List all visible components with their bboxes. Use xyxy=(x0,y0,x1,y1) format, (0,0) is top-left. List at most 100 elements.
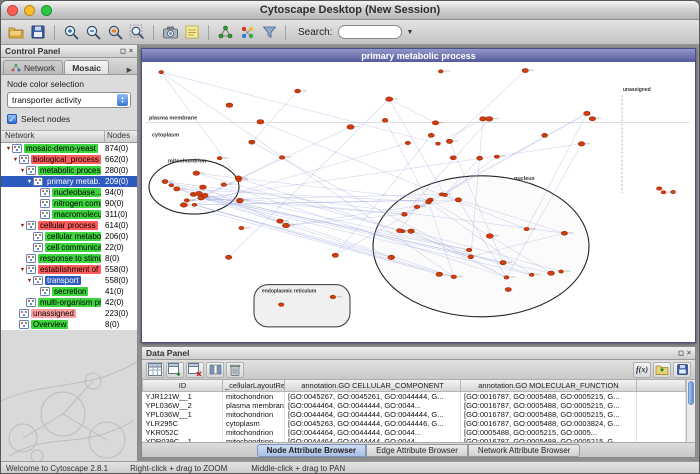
tree-item-establishment-of-lo[interactable]: ▼establishment of lo...558(0) xyxy=(1,264,137,275)
table-row[interactable]: YLR295Ccytoplasm[GO:0045263, GO:0044444,… xyxy=(143,419,686,428)
region-label-nucleus: nucleus xyxy=(514,176,535,182)
tree-item-overview[interactable]: Overview8(0) xyxy=(1,319,137,330)
tree-item-mosaic-demo-yeast[interactable]: ▼mosaic-demo-yeast874(0) xyxy=(1,143,137,154)
column-header-spacer[interactable] xyxy=(637,380,686,391)
table-cell: [GO:0016787, GO:0005488, GO:0005215, G..… xyxy=(461,437,637,443)
open-session-icon[interactable] xyxy=(6,22,26,42)
delete-attribute-icon[interactable] xyxy=(186,362,204,378)
table-row[interactable]: YKR052Cmitochondrion[GO:0044464, GO:0044… xyxy=(143,428,686,437)
tree-item-count: 42(0) xyxy=(105,298,138,307)
tree-toggle-icon[interactable]: ▼ xyxy=(19,223,26,229)
status-message: Welcome to Cytoscape 2.8.1 xyxy=(6,464,108,473)
network-icon xyxy=(19,320,29,329)
data-panel: Data Panel ◻ × xyxy=(141,346,696,458)
tree-toggle-icon[interactable]: ▼ xyxy=(26,278,33,284)
select-attributes-icon[interactable] xyxy=(146,362,164,378)
column-header-nodes[interactable]: Nodes xyxy=(105,131,137,142)
import-table-icon[interactable] xyxy=(653,362,671,378)
tree-item-metabolic-process[interactable]: ▼metabolic process280(0) xyxy=(1,165,137,176)
table-scrollbar[interactable] xyxy=(686,380,695,442)
table-row[interactable]: YPL036W__2plasma membrane[GO:0044464, GO… xyxy=(143,401,686,410)
tree-item-count: 311(0) xyxy=(105,210,138,219)
vizmapper-icon[interactable] xyxy=(237,22,257,42)
trash-icon[interactable] xyxy=(226,362,244,378)
scrollbar-thumb[interactable] xyxy=(688,381,694,405)
window-title: Cytoscape Desktop (New Session) xyxy=(1,4,699,16)
table-cell: [GO:0016787, GO:0005488, GO:0005215, G..… xyxy=(461,410,637,419)
table-cell: [GO:0016787, GO:0005488, GO:0005215, G..… xyxy=(461,391,637,401)
tree-item-count: 662(0) xyxy=(105,155,138,164)
network-view-title[interactable]: primary metabolic process xyxy=(142,49,695,62)
tree-item-nitrogen-compo[interactable]: nitrogen compo...90(0) xyxy=(1,198,137,209)
tree-item-label: biological_process xyxy=(31,155,101,164)
tree-item-response-to-stimul[interactable]: response to stimul...8(0) xyxy=(1,253,137,264)
tree-toggle-icon[interactable]: ▼ xyxy=(5,146,12,152)
tree-item-cell-communica[interactable]: cell communica...22(0) xyxy=(1,242,137,253)
search-options-button[interactable]: ▼ xyxy=(404,29,415,36)
tree-item-secretion[interactable]: secretion41(0) xyxy=(1,286,137,297)
tree-toggle-icon[interactable]: ▼ xyxy=(19,267,26,273)
columns-icon[interactable] xyxy=(206,362,224,378)
tree-item-cellular-metabo[interactable]: cellular metabo...206(0) xyxy=(1,231,137,242)
tree-item-nucleobase[interactable]: nucleobase...94(0) xyxy=(1,187,137,198)
tab-network-attribute-browser[interactable]: Network Attribute Browser xyxy=(468,444,580,457)
tree-item-macromolecule[interactable]: macromolecule...311(0) xyxy=(1,209,137,220)
annotation-icon[interactable] xyxy=(182,22,202,42)
network-canvas[interactable]: plasma membrane cytoplasm mitochondrion … xyxy=(142,62,695,342)
background-network-art xyxy=(1,330,137,461)
tree-item-cellular-process[interactable]: ▼cellular process614(0) xyxy=(1,220,137,231)
region-label-unassigned: unassigned xyxy=(623,87,651,93)
network-view-frame: primary metabolic process plasma membran… xyxy=(141,48,696,343)
table-row[interactable]: YDR039C__1mitochondrion[GO:0044464, GO:0… xyxy=(143,437,686,443)
export-table-icon[interactable] xyxy=(673,362,691,378)
tab-node-attribute-browser[interactable]: Node Attribute Browser xyxy=(257,444,367,457)
tab-mosaic[interactable]: Mosaic xyxy=(64,60,109,74)
save-session-icon[interactable] xyxy=(28,22,48,42)
column-header-annotation-go-molecular-function[interactable]: annotation.GO MOLECULAR_FUNCTION xyxy=(461,380,637,391)
tree-item-count: 206(0) xyxy=(105,232,138,241)
zoom-hint: Right-click + drag to ZOOM xyxy=(130,464,227,473)
tree-item-label: Overview xyxy=(31,320,68,329)
zoom-in-icon[interactable] xyxy=(61,22,81,42)
node-color-dropdown[interactable]: transporter activity ▲▼ xyxy=(7,92,131,108)
column-header-annotation-go-cellular-component[interactable]: annotation.GO CELLULAR_COMPONENT xyxy=(285,380,461,391)
tab-scroll-right-icon[interactable]: ▶ xyxy=(124,66,135,74)
table-cell xyxy=(637,401,686,410)
zoom-selected-icon[interactable] xyxy=(105,22,125,42)
tree-item-multi-organism-pro[interactable]: multi-organism pro...42(0) xyxy=(1,297,137,308)
column-header-cellularlayoutregion[interactable]: _cellularLayoutRegion xyxy=(223,380,285,391)
tree-item-biological-process[interactable]: ▼ biological_process 662(0) xyxy=(1,154,137,165)
network-icon xyxy=(26,254,36,263)
search-input[interactable] xyxy=(338,25,402,39)
table-cell: YDR039C__1 xyxy=(143,437,223,443)
close-panel-icon[interactable]: × xyxy=(129,48,133,55)
tree-item-label: response to stimul... xyxy=(38,254,101,263)
tree-item-primary-metab[interactable]: ▼primary metab...209(0) xyxy=(1,176,137,187)
float-panel-icon[interactable]: ◻ xyxy=(678,350,684,357)
zoom-out-icon[interactable] xyxy=(83,22,103,42)
tree-item-transport[interactable]: ▼transport558(0) xyxy=(1,275,137,286)
tree-item-unassigned[interactable]: unassigned223(0) xyxy=(1,308,137,319)
column-header-network[interactable]: Network xyxy=(1,131,105,142)
window-titlebar[interactable]: Cytoscape Desktop (New Session) xyxy=(1,1,699,20)
tree-toggle-icon[interactable]: ▼ xyxy=(19,168,26,174)
tree-toggle-icon[interactable]: ▼ xyxy=(12,157,19,163)
snapshot-icon[interactable] xyxy=(160,22,180,42)
close-panel-icon[interactable]: × xyxy=(687,350,691,357)
table-cell xyxy=(637,391,686,401)
filter-icon[interactable] xyxy=(259,22,279,42)
tab-network[interactable]: Network xyxy=(3,60,63,74)
table-cell: cytoplasm xyxy=(223,419,285,428)
column-header-id[interactable]: ID xyxy=(143,380,223,391)
layout-icon[interactable] xyxy=(215,22,235,42)
table-row[interactable]: YPL036W__1mitochondrion[GO:0044464, GO:0… xyxy=(143,410,686,419)
float-panel-icon[interactable]: ◻ xyxy=(120,48,126,55)
zoom-fit-icon[interactable] xyxy=(127,22,147,42)
create-attribute-icon[interactable] xyxy=(166,362,184,378)
table-row[interactable]: YJR121W__1mitochondrion[GO:0045267, GO:0… xyxy=(143,391,686,401)
formula-builder-icon[interactable]: f(x) xyxy=(633,362,651,378)
tab-edge-attribute-browser[interactable]: Edge Attribute Browser xyxy=(366,444,468,457)
attribute-browser-tabs: Node Attribute Browser Edge Attribute Br… xyxy=(142,442,695,457)
select-nodes-checkbox[interactable]: ✓ Select nodes xyxy=(7,114,131,124)
tree-toggle-icon[interactable]: ▼ xyxy=(26,179,33,185)
